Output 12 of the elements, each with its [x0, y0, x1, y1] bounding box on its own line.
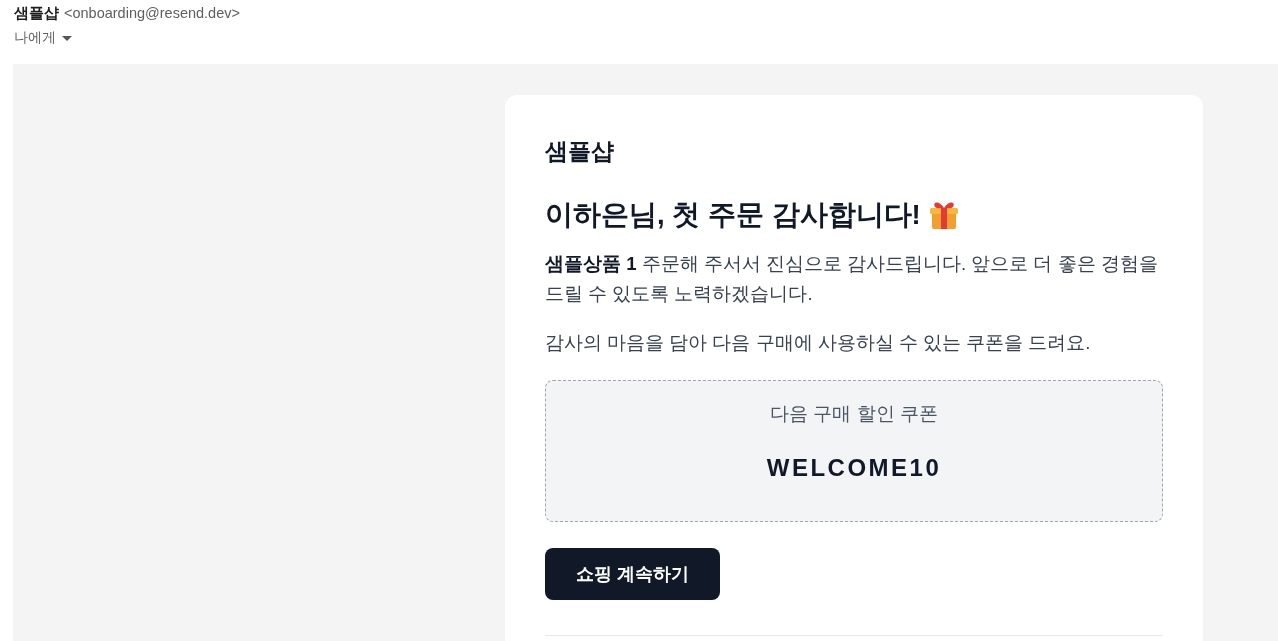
body-paragraph: 샘플상품 1 주문해 주서서 진심으로 감사드립니다. 앞으로 더 좋은 경험을 드릴 수 있도록 노력하겠습니다.	[545, 252, 1159, 306]
sender-name: 샘플샵	[14, 4, 59, 23]
continue-shopping-button[interactable]: 쇼핑 계속하기	[545, 548, 720, 600]
sender-email: <onboarding@resend.dev>	[64, 5, 240, 21]
coupon-label: 다음 구매 할인 쿠폰	[770, 402, 938, 426]
gift-icon	[928, 200, 959, 230]
coupon-code: WELCOME10	[766, 453, 942, 483]
recipient-dropdown[interactable]: 나에게	[14, 29, 72, 47]
body-paragraph: 감사의 마음을 담아 다음 구매에 사용하실 수 있는 쿠폰을 드려요.	[545, 331, 1092, 355]
email-heading: 이하은님, 첫 주문 감사합니다!	[545, 198, 921, 232]
brand-name: 샘플샵	[545, 137, 615, 166]
caret-icon	[62, 35, 72, 41]
